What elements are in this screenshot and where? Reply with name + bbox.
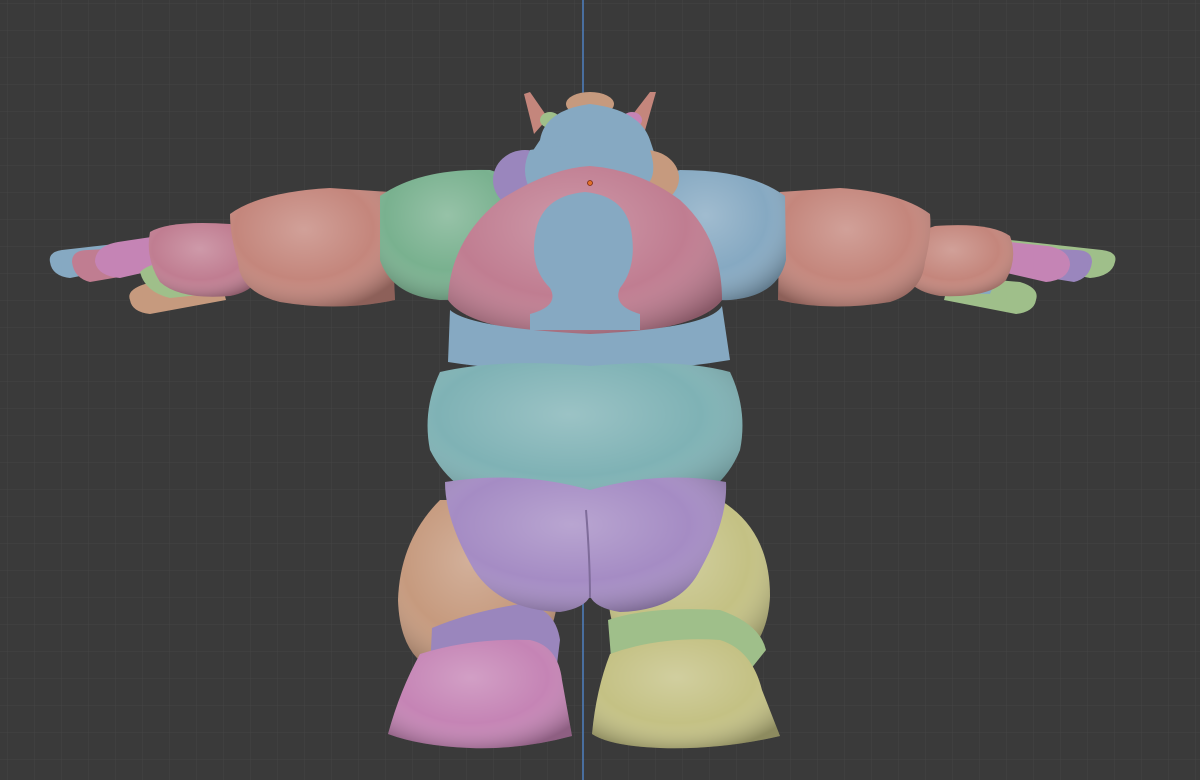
viewport-canvas[interactable]: [0, 0, 1200, 780]
object-origin-marker[interactable]: [587, 180, 593, 186]
3d-viewport[interactable]: [0, 0, 1200, 780]
spine-patch: [530, 192, 640, 330]
